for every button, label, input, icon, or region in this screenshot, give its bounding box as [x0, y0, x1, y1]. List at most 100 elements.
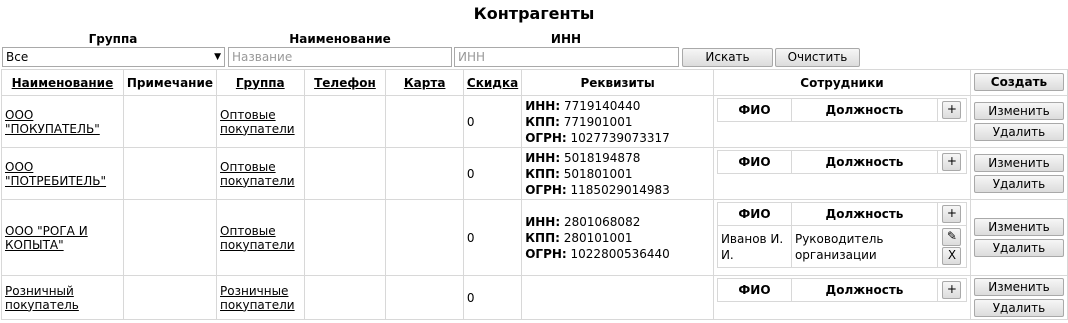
- counterparty-discount: 0: [462, 199, 523, 276]
- employee-fio-header: ФИО: [716, 98, 792, 122]
- add-employee-button[interactable]: +: [942, 153, 962, 171]
- employee-fio-header: ФИО: [716, 202, 792, 226]
- counterparty-name-link[interactable]: ООО "РОГА И КОПЫТА": [5, 224, 88, 252]
- delete-button[interactable]: Удалить: [973, 174, 1064, 193]
- inn-label: ИНН:: [525, 150, 561, 165]
- counterparty-group[interactable]: Оптовые покупатели: [216, 147, 305, 200]
- kpp-value: 501801001: [563, 166, 633, 181]
- kpp-label: КПП:: [525, 230, 560, 245]
- col-header-phone[interactable]: Телефон: [303, 69, 387, 96]
- employee-position-header: Должность: [790, 202, 938, 226]
- counterparty-name-link[interactable]: Розничный покупатель: [5, 284, 79, 312]
- counterparty-phone: [303, 147, 387, 200]
- counterparty-card: [385, 147, 464, 200]
- col-header-card[interactable]: Карта: [385, 69, 464, 96]
- delete-button[interactable]: Удалить: [973, 298, 1064, 317]
- counterparty-phone: [303, 199, 387, 276]
- edit-button[interactable]: Изменить: [973, 217, 1064, 236]
- employees-table: ФИО Должность +: [716, 98, 967, 122]
- employee-fio-header: ФИО: [716, 150, 792, 174]
- create-button[interactable]: Создать: [973, 73, 1064, 91]
- counterparty-group[interactable]: Оптовые покупатели: [216, 199, 305, 276]
- search-button[interactable]: Искать: [682, 48, 773, 67]
- counterparty-card: [385, 199, 464, 276]
- inn-filter-label: ИНН: [550, 32, 582, 46]
- counterparty-name[interactable]: Розничный покупатель: [1, 275, 124, 320]
- counterparty-requisites: ИНН: 7719140440 КПП: 771901001 ОГРН: 102…: [521, 95, 714, 148]
- edit-button[interactable]: Изменить: [973, 101, 1064, 120]
- employees-table: ФИО Должность +: [716, 278, 967, 302]
- counterparty-discount: 0: [462, 95, 523, 148]
- ogrn-label: ОГРН:: [525, 182, 567, 197]
- counterparty-phone: [303, 95, 387, 148]
- ogrn-value: 1022800536440: [570, 246, 670, 261]
- counterparty-employees: ФИО Должность + Иванов И. И. Руководител…: [712, 199, 971, 276]
- row-actions: Изменить Удалить: [969, 95, 1068, 148]
- table-header-row: Наименование Примечание Группа Телефон К…: [1, 69, 1068, 96]
- counterparty-note: [122, 199, 218, 276]
- counterparty-name-link[interactable]: ООО "ПОТРЕБИТЕЛЬ": [5, 160, 106, 188]
- add-employee-button[interactable]: +: [942, 205, 962, 223]
- add-employee-button[interactable]: +: [942, 101, 962, 119]
- counterparty-employees: ФИО Должность +: [712, 95, 971, 148]
- delete-employee-icon[interactable]: X: [942, 247, 962, 265]
- delete-button[interactable]: Удалить: [973, 122, 1064, 141]
- counterparty-employees: ФИО Должность +: [712, 147, 971, 200]
- page-title: Контрагенты: [473, 4, 595, 23]
- counterparties-table: Наименование Примечание Группа Телефон К…: [1, 69, 1068, 320]
- counterparty-group-link[interactable]: Оптовые покупатели: [220, 224, 295, 252]
- table-row: ООО "ПОКУПАТЕЛЬ" Оптовые покупатели 0 ИН…: [1, 95, 1068, 148]
- employee-position: Руководитель организации: [790, 225, 938, 268]
- inn-value: 5018194878: [563, 150, 641, 165]
- ogrn-label: ОГРН:: [525, 130, 567, 145]
- col-header-group[interactable]: Группа: [216, 69, 305, 96]
- col-header-discount[interactable]: Скидка: [462, 69, 523, 96]
- col-header-name[interactable]: Наименование: [1, 69, 124, 96]
- counterparty-requisites: ИНН: 2801068082 КПП: 280101001 ОГРН: 102…: [521, 199, 714, 276]
- employee-row: Иванов И. И. Руководитель организации ✎ …: [716, 225, 967, 268]
- edit-button[interactable]: Изменить: [973, 153, 1064, 172]
- counterparty-group[interactable]: Розничные покупатели: [216, 275, 305, 320]
- counterparty-note: [122, 275, 218, 320]
- table-row: ООО "ПОТРЕБИТЕЛЬ" Оптовые покупатели 0 И…: [1, 147, 1068, 200]
- counterparty-note: [122, 147, 218, 200]
- inn-search-input[interactable]: [454, 47, 679, 67]
- col-header-actions: Создать: [969, 69, 1068, 96]
- add-employee-button[interactable]: +: [942, 281, 962, 299]
- name-search-input[interactable]: [228, 47, 452, 67]
- counterparty-name[interactable]: ООО "РОГА И КОПЫТА": [1, 199, 124, 276]
- row-actions: Изменить Удалить: [969, 275, 1068, 320]
- group-select-value: Все: [6, 50, 29, 64]
- counterparty-name[interactable]: ООО "ПОКУПАТЕЛЬ": [1, 95, 124, 148]
- employees-table: ФИО Должность + Иванов И. И. Руководител…: [716, 202, 967, 268]
- kpp-value: 280101001: [563, 230, 633, 245]
- counterparty-phone: [303, 275, 387, 320]
- counterparty-card: [385, 95, 464, 148]
- chevron-down-icon: ▼: [214, 52, 221, 62]
- ogrn-label: ОГРН:: [525, 246, 567, 261]
- employee-fio-header: ФИО: [716, 278, 792, 302]
- counterparty-group-link[interactable]: Оптовые покупатели: [220, 108, 295, 136]
- clear-button[interactable]: Очистить: [775, 48, 860, 67]
- col-header-requisites: Реквизиты: [521, 69, 714, 96]
- group-select[interactable]: Все ▼: [2, 47, 225, 67]
- counterparty-group-link[interactable]: Розничные покупатели: [220, 284, 295, 312]
- col-header-employees: Сотрудники: [712, 69, 971, 96]
- group-filter-label: Группа: [88, 32, 138, 46]
- employee-fio: Иванов И. И.: [716, 225, 792, 268]
- employee-position-header: Должность: [790, 98, 938, 122]
- counterparty-group[interactable]: Оптовые покупатели: [216, 95, 305, 148]
- counterparty-name-link[interactable]: ООО "ПОКУПАТЕЛЬ": [5, 108, 100, 136]
- employee-position-header: Должность: [790, 278, 938, 302]
- counterparty-employees: ФИО Должность +: [712, 275, 971, 320]
- delete-button[interactable]: Удалить: [973, 238, 1064, 257]
- counterparty-name[interactable]: ООО "ПОТРЕБИТЕЛЬ": [1, 147, 124, 200]
- counterparty-discount: 0: [462, 275, 523, 320]
- edit-employee-icon[interactable]: ✎: [942, 228, 962, 246]
- inn-value: 2801068082: [563, 214, 641, 229]
- filter-bar: Группа Наименование ИНН Все ▼ Искать Очи…: [0, 28, 1068, 70]
- counterparty-note: [122, 95, 218, 148]
- edit-button[interactable]: Изменить: [973, 277, 1064, 296]
- counterparty-group-link[interactable]: Оптовые покупатели: [220, 160, 295, 188]
- kpp-value: 771901001: [563, 114, 633, 129]
